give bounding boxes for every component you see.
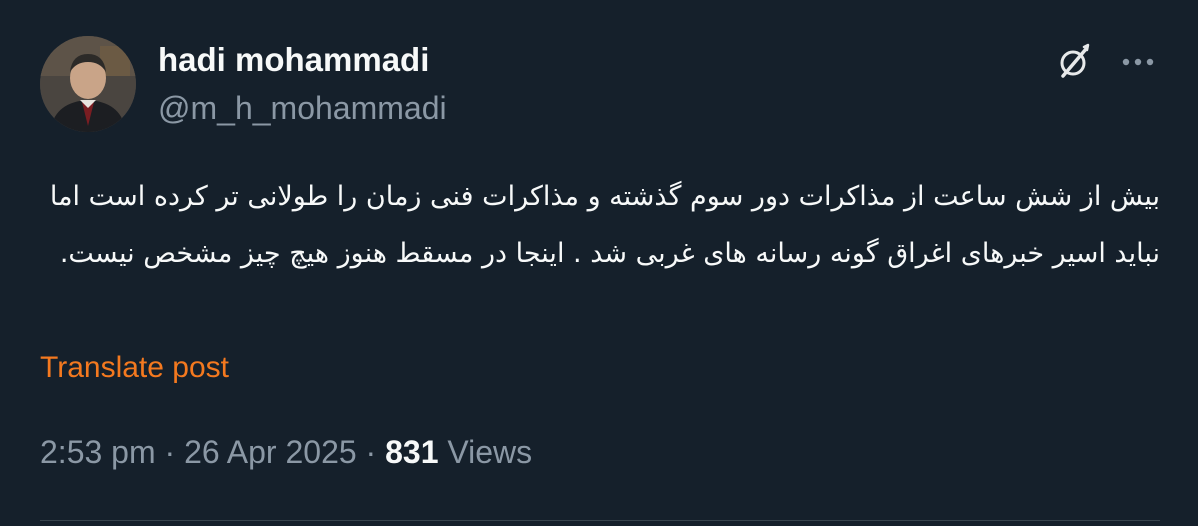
author-display-name[interactable]: hadi mohammadi [158,40,429,80]
avatar[interactable] [40,36,136,132]
post-metadata: 2:53 pm · 26 Apr 2025 · 831 Views [40,432,532,472]
post-card: hadi mohammadi @m_h_mohammadi بیش از شش … [0,0,1198,526]
author-handle[interactable]: @m_h_mohammadi [158,88,447,128]
grok-button[interactable] [1052,40,1096,84]
views-label: Views [438,434,533,470]
post-time[interactable]: 2:53 pm [40,434,156,470]
translate-post-link[interactable]: Translate post [40,348,229,388]
meta-separator: · [155,434,185,470]
divider [40,520,1160,521]
avatar-image [40,36,136,132]
more-icon [1122,58,1154,66]
meta-separator: · [356,434,386,470]
post-date[interactable]: 26 Apr 2025 [184,434,357,470]
views-count: 831 [385,434,439,470]
post-text: بیش از شش ساعت از مذاکرات دور سوم گذشته … [49,181,1160,269]
more-options-button[interactable] [1116,40,1160,84]
grok-icon [1060,43,1090,78]
